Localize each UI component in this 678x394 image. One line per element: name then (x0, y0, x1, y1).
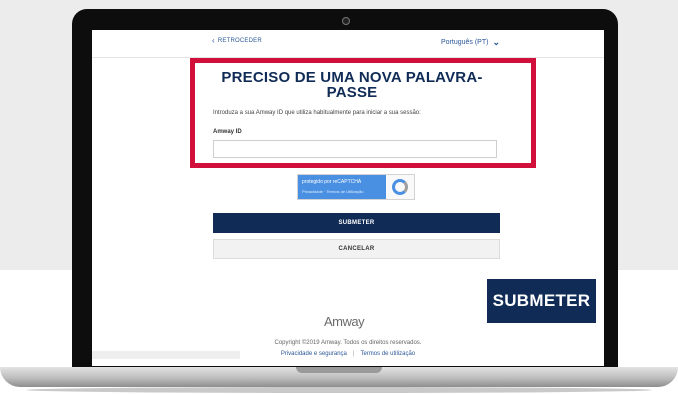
chevron-left-icon: ‹ (212, 36, 215, 45)
recaptcha-icon (392, 179, 408, 195)
camera-icon (342, 17, 350, 25)
terms-link[interactable]: Termos de utilização (360, 351, 415, 357)
back-link-label: RETROCEDER (217, 38, 262, 44)
back-link[interactable]: ‹ RETROCEDER (212, 36, 262, 45)
recaptcha-label: protegido por reCAPTCHA (302, 179, 362, 185)
submit-button[interactable]: SUBMETER (213, 213, 500, 233)
copyright-text: Copyright ©2019 Amway. Todos os direitos… (274, 340, 422, 346)
chevron-down-icon: ⌄ (492, 37, 500, 47)
language-select[interactable]: Português (PT) ⌄ (441, 37, 500, 48)
recaptcha-links: Privacidade · Termos de Utilização (302, 189, 364, 194)
screen-strip (92, 351, 240, 359)
laptop-shadow (26, 387, 652, 393)
highlight-frame (190, 58, 536, 168)
privacy-link[interactable]: Privacidade e segurança (281, 351, 347, 357)
cancel-button[interactable]: CANCELAR (213, 239, 500, 259)
submit-callout: SUBMETER (487, 279, 596, 323)
submit-callout-label: SUBMETER (492, 291, 591, 310)
amway-logo: Amway (324, 314, 365, 329)
language-label: Português (PT) (440, 39, 489, 46)
recaptcha-panel: protegido por reCAPTCHA Privacidade · Te… (298, 175, 386, 199)
footer-separator: | (352, 351, 355, 357)
top-bar: ‹ RETROCEDER Português (PT) ⌄ (92, 30, 604, 58)
laptop-notch (296, 367, 382, 373)
recaptcha-widget[interactable]: protegido por reCAPTCHA Privacidade · Te… (297, 174, 415, 200)
